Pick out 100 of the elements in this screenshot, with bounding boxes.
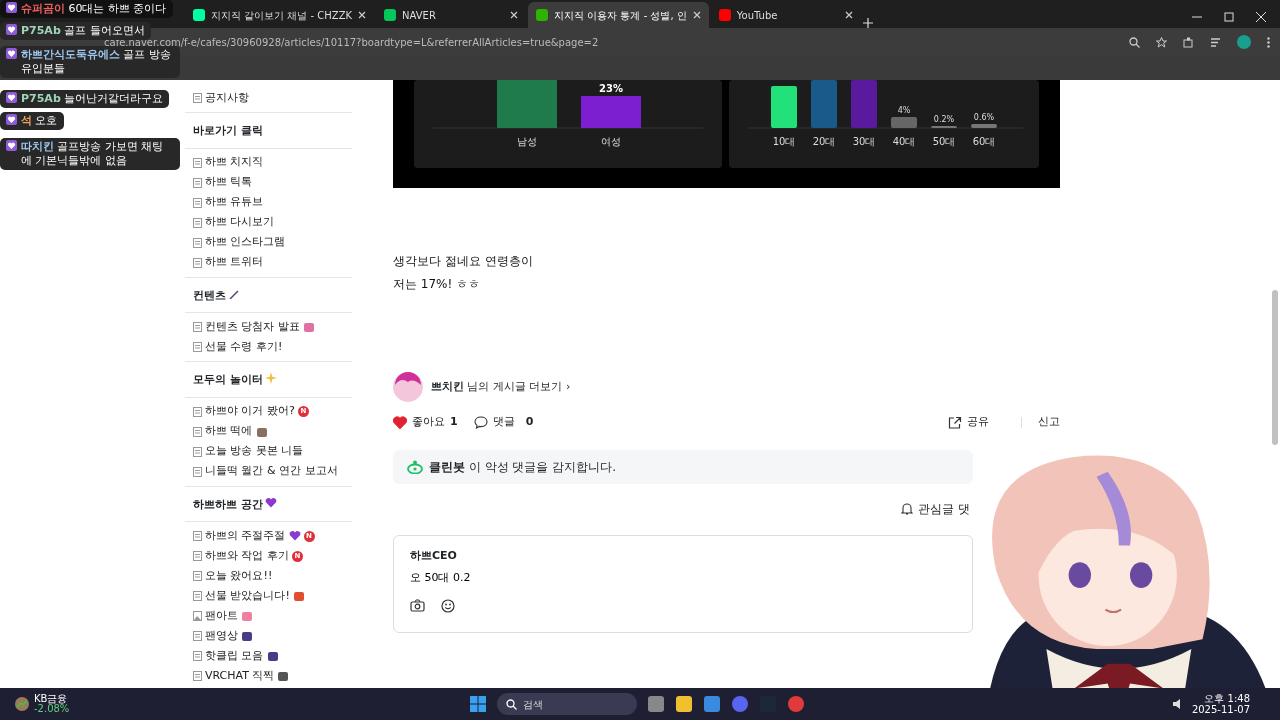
chat-message: 슈퍼곰이 60대는 하쁘 중이다 (0, 0, 173, 18)
chart-bar (581, 96, 641, 128)
bookmark-star-icon[interactable] (1156, 36, 1167, 48)
board-link[interactable]: 하쁘 트위터 (205, 254, 264, 271)
board-icon (193, 591, 202, 601)
share-icon (948, 415, 962, 429)
board-link[interactable]: VRCHAT 직찍 (205, 667, 275, 685)
chart-bar (811, 80, 837, 128)
heart-icon (264, 496, 277, 509)
chat-message: 하쁘간식도둑유에스 골프 방송 유입분들 (0, 46, 180, 78)
browser-tab[interactable]: 지지직 같이보기 채널 - CHZZK (185, 2, 375, 28)
sparkle-icon (264, 372, 277, 384)
site-favicon-icon (536, 9, 549, 21)
board-icon (193, 257, 202, 268)
scrollbar-thumb[interactable] (1272, 290, 1278, 445)
menu-heading: 모두의 놀이터 (193, 372, 263, 388)
start-menu-icon[interactable] (469, 695, 488, 713)
board-icon (193, 406, 202, 417)
board-link[interactable]: 하쁘 인스타그램 (205, 234, 286, 251)
media-list-icon[interactable] (1210, 36, 1221, 48)
clock-time: 오후 1:48 (1203, 693, 1250, 704)
site-favicon-icon (193, 9, 205, 21)
share-button[interactable]: 공유 (948, 414, 989, 431)
board-link[interactable]: 하쁘의 주절주절 (205, 527, 286, 545)
chart-bar (891, 117, 917, 128)
board-link[interactable]: 하쁘 유튜브 (205, 194, 264, 211)
site-favicon-icon (384, 9, 397, 21)
cleanbot-text: 클린봇 이 악성 댓글을 감지합니다. (429, 458, 617, 476)
board-icon (193, 531, 202, 541)
chart-bar (771, 86, 797, 128)
extensions-icon[interactable] (1183, 36, 1194, 48)
comment-input[interactable]: 오 50대 0.2 (410, 570, 610, 587)
stock-widget-icon[interactable] (14, 696, 30, 712)
close-icon[interactable] (358, 11, 367, 19)
board-link[interactable]: 컨텐츠 당첨자 발표 (205, 318, 300, 336)
commenter-name: 하쁘CEO (410, 547, 458, 564)
search-icon (506, 699, 518, 710)
board-link[interactable]: 오늘 왔어요!! (205, 567, 273, 585)
subscribe-button[interactable]: 관심글 댓 (901, 499, 970, 518)
heart-icon (288, 530, 301, 542)
profile-avatar-icon[interactable] (393, 372, 423, 402)
bar-label: 남성 (517, 136, 537, 147)
board-icon (193, 631, 202, 641)
board-link[interactable]: 하쁘 떡에 (205, 423, 253, 440)
menu-heading: 컨텐츠 (193, 287, 226, 304)
chat-message: P75Ab 골프 들어오면서 (0, 22, 151, 40)
board-link[interactable]: 하쁘 틱톡 (205, 174, 253, 191)
maximize-icon[interactable] (1224, 12, 1234, 22)
board-icon (193, 651, 202, 661)
browser-tab[interactable]: 지지직 이용자 통계 - 성별, 인 (528, 2, 709, 28)
board-link[interactable]: 니들떡 월간 & 연간 보고서 (205, 463, 338, 480)
browser-tab[interactable]: NAVER (376, 2, 527, 28)
value-label: 0.6% (973, 113, 995, 122)
comment-button[interactable]: 댓글 0 (473, 414, 534, 431)
board-icon (193, 157, 202, 168)
board-icon (193, 93, 202, 103)
board-icon (193, 342, 202, 352)
widget-title: KB금융 (34, 694, 68, 704)
close-icon[interactable] (844, 11, 853, 19)
profile-avatar-icon[interactable] (1237, 35, 1251, 49)
chat-badge-icon (6, 114, 17, 125)
like-button[interactable]: 좋아요 1 (393, 414, 458, 431)
chat-badge-icon (6, 92, 17, 103)
emoji-icon[interactable] (441, 598, 455, 613)
board-icon (193, 571, 202, 581)
board-link[interactable]: 오늘 방송 못본 니들 (205, 443, 304, 460)
board-icon (193, 551, 202, 561)
zoom-icon[interactable] (1129, 36, 1140, 48)
board-icon (193, 177, 202, 188)
browser-tab[interactable]: YouTube (710, 2, 861, 28)
bar-label: 30대 (852, 136, 876, 147)
board-icon (193, 322, 202, 332)
bar-label: 10대 (772, 136, 796, 147)
board-icon (193, 426, 202, 437)
board-link[interactable]: 선물 수령 후기! (205, 338, 283, 356)
board-icon (193, 446, 202, 457)
board-link[interactable]: 하쁘와 작업 후기 (205, 547, 289, 565)
bar-label: 여성 (601, 136, 621, 147)
board-link[interactable]: 핫클립 모음 (205, 647, 264, 665)
board-link[interactable]: 하쁘 치지직 (205, 154, 264, 171)
author-link[interactable]: 쁘치킨 님의 게시글 더보기 › (431, 378, 571, 396)
clock-date: 2025-11-07 (1191, 704, 1250, 715)
new-tab-icon[interactable] (862, 18, 873, 28)
board-link[interactable]: 하쁘야 이거 봤어? (205, 403, 295, 420)
post-text: 저는 17%! ㅎㅎ (393, 276, 482, 293)
report-button[interactable]: 신고 (1038, 414, 1060, 431)
board-link[interactable]: 공지사항 (205, 89, 249, 107)
chat-badge-icon (6, 24, 17, 35)
close-icon[interactable] (1256, 12, 1266, 22)
board-link[interactable]: 선물 받았습니다! (205, 587, 290, 605)
close-icon[interactable] (692, 11, 701, 19)
board-link[interactable]: 팬아트 (205, 607, 238, 625)
bar-label: 60대 (972, 136, 996, 147)
widget-value: -2.08% (34, 704, 70, 714)
search-field[interactable]: 검색 (497, 693, 638, 715)
more-menu-icon[interactable] (1267, 36, 1270, 48)
board-link[interactable]: 하쁘 다시보기 (205, 214, 275, 231)
close-icon[interactable] (510, 11, 519, 19)
menu-heading: 하쁘하쁘 공간 (193, 496, 263, 513)
board-link[interactable]: 팬영상 (205, 627, 238, 645)
